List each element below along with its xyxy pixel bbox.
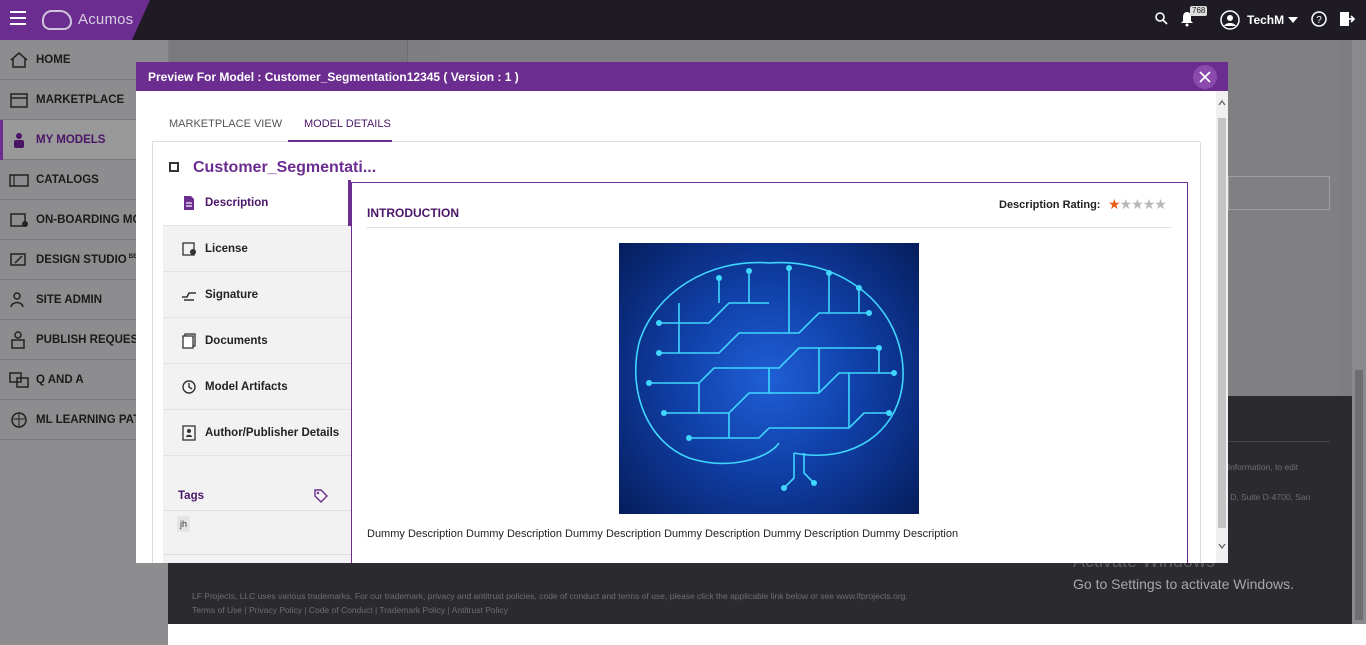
brain-icon bbox=[11, 411, 27, 428]
page-scrollbar[interactable] bbox=[1352, 40, 1366, 624]
description-content: INTRODUCTION Description Rating: ★★★★★ D… bbox=[351, 182, 1188, 563]
home-icon bbox=[10, 51, 28, 68]
brand-logo-icon bbox=[42, 10, 72, 30]
nav-item-signature[interactable]: Signature bbox=[163, 272, 351, 318]
heading-divider bbox=[366, 227, 1172, 228]
sidebar-item-label: MARKETPLACE bbox=[36, 93, 125, 106]
modal-tabs: MARKETPLACE VIEW MODEL DETAILS bbox=[152, 106, 1200, 142]
background-box bbox=[1228, 176, 1330, 210]
footer-links[interactable]: Terms of Use | Privacy Policy | Code of … bbox=[192, 605, 508, 615]
history-icon bbox=[182, 379, 196, 394]
nav-item-description[interactable]: Description bbox=[163, 180, 351, 226]
nav-item-author-publisher[interactable]: Author/Publisher Details bbox=[163, 410, 351, 456]
nav-label: License bbox=[205, 242, 248, 255]
modal-header: Preview For Model : Customer_Segmentatio… bbox=[136, 62, 1228, 91]
footer-divider bbox=[1228, 441, 1330, 442]
close-icon bbox=[1199, 71, 1211, 83]
nav-label: Description bbox=[205, 196, 269, 209]
catalog-icon bbox=[9, 173, 29, 187]
preview-modal: Preview For Model : Customer_Segmentatio… bbox=[136, 62, 1228, 563]
star-icon[interactable]: ★ bbox=[1108, 196, 1121, 212]
rating-label: Description Rating: bbox=[999, 199, 1101, 211]
tab-marketplace-view[interactable]: MARKETPLACE VIEW bbox=[169, 118, 282, 130]
model-image bbox=[619, 243, 919, 514]
modal-title: Preview For Model : Customer_Segmentatio… bbox=[148, 70, 519, 84]
sidebar-item-label: MY MODELS bbox=[36, 133, 106, 146]
qa-icon bbox=[9, 371, 29, 388]
windows-watermark-subtitle: Go to Settings to activate Windows. bbox=[1073, 576, 1294, 592]
sidebar-item-label: DESIGN STUDIOBETA bbox=[36, 254, 145, 266]
design-icon bbox=[10, 252, 26, 266]
top-bar: Acumos 768 TechM ? bbox=[0, 0, 1366, 40]
star-icon[interactable]: ★ bbox=[1154, 196, 1167, 212]
page-scrollbar-thumb[interactable] bbox=[1355, 370, 1363, 620]
signature-icon bbox=[182, 291, 196, 301]
sidebar-item-label: PUBLISH REQUEST bbox=[36, 333, 146, 346]
bottom-strip bbox=[0, 624, 1366, 645]
tag-chip[interactable]: jh bbox=[177, 516, 191, 532]
model-description: Dummy Description Dummy Description Dumm… bbox=[367, 528, 959, 540]
username[interactable]: TechM bbox=[1247, 13, 1284, 27]
tag-edit-icon[interactable] bbox=[313, 488, 329, 504]
modal-scrollbar[interactable] bbox=[1216, 91, 1228, 563]
user-icon[interactable] bbox=[1220, 10, 1240, 30]
nav-label: Model Artifacts bbox=[205, 380, 288, 393]
sidebar-item-label: Q AND A bbox=[36, 373, 84, 386]
details-nav: Description License Signature Documents … bbox=[163, 180, 351, 563]
notification-badge: 768 bbox=[1190, 6, 1208, 16]
nav-item-documents[interactable]: Documents bbox=[163, 318, 351, 364]
footer-contact-text: t Information, to edit bbox=[1223, 462, 1299, 472]
sidebar-item-label: HOME bbox=[36, 53, 71, 66]
design-studio-label: DESIGN STUDIO bbox=[36, 253, 127, 266]
store-icon bbox=[10, 92, 28, 108]
star-rating[interactable]: ★★★★★ bbox=[1108, 196, 1167, 213]
footer-address-text: e D, Suite D-4700, San bbox=[1223, 492, 1311, 502]
nav-item-model-artifacts[interactable]: Model Artifacts bbox=[163, 364, 351, 410]
star-icon[interactable]: ★ bbox=[1120, 196, 1133, 212]
documents-icon bbox=[182, 332, 196, 349]
sidebar-item-label: ML LEARNING PATH bbox=[36, 413, 149, 426]
help-icon[interactable]: ? bbox=[1311, 11, 1327, 27]
modal-scrollbar-thumb[interactable] bbox=[1218, 118, 1226, 528]
brain-circuit-image bbox=[635, 261, 904, 491]
svg-text:?: ? bbox=[1316, 15, 1322, 26]
model-icon bbox=[169, 162, 179, 172]
nav-item-license[interactable]: License bbox=[163, 226, 351, 272]
close-button[interactable] bbox=[1193, 65, 1217, 89]
sidebar-item-label: CATALOGS bbox=[36, 173, 99, 186]
scroll-down-icon[interactable] bbox=[1218, 543, 1226, 549]
user-models-icon bbox=[14, 132, 24, 148]
onboarding-icon bbox=[10, 212, 28, 227]
nav-label: Author/Publisher Details bbox=[205, 426, 340, 439]
document-icon bbox=[184, 195, 194, 210]
tags-label: Tags bbox=[178, 490, 204, 502]
search-icon[interactable] bbox=[1155, 12, 1168, 25]
section-heading: INTRODUCTION bbox=[367, 206, 459, 220]
tags-bottom-divider bbox=[163, 554, 351, 555]
license-icon bbox=[182, 241, 196, 256]
chevron-down-icon[interactable] bbox=[1288, 17, 1298, 23]
sidebar-item-label: SITE ADMIN bbox=[36, 293, 103, 306]
model-name: Customer_Segmentati... bbox=[193, 159, 377, 176]
footer-legal-text: LF Projects, LLC uses various trademarks… bbox=[192, 591, 908, 601]
nav-label: Signature bbox=[205, 288, 259, 301]
star-icon[interactable]: ★ bbox=[1143, 196, 1156, 212]
scroll-up-icon[interactable] bbox=[1218, 100, 1226, 106]
tab-model-details[interactable]: MODEL DETAILS bbox=[304, 118, 391, 130]
sidebar-item-label: ON-BOARDING MOD bbox=[36, 213, 150, 226]
author-icon bbox=[182, 424, 196, 441]
brand-name: Acumos bbox=[78, 11, 134, 28]
tags-divider bbox=[163, 510, 351, 511]
admin-icon bbox=[10, 291, 24, 307]
logout-icon[interactable] bbox=[1339, 11, 1355, 27]
nav-label: Documents bbox=[205, 334, 268, 347]
publish-icon bbox=[11, 330, 25, 349]
star-icon[interactable]: ★ bbox=[1131, 196, 1144, 212]
menu-icon[interactable] bbox=[10, 11, 26, 25]
